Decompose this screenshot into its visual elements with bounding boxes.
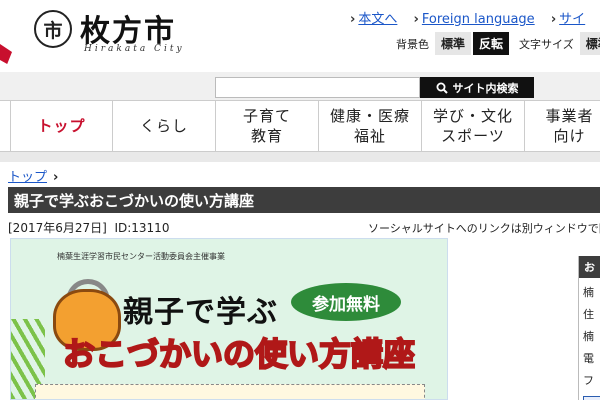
nav-label: 健康・医療 福祉: [329, 106, 410, 145]
foreign-language-link[interactable]: Foreign language: [422, 12, 535, 27]
site-search-button[interactable]: サイト内検索: [420, 77, 534, 98]
page-id: ID:13110: [114, 221, 170, 235]
search-icon: [436, 82, 448, 94]
nav-item-living[interactable]: くらし: [113, 101, 216, 151]
nav-label: 事業者 向け: [545, 106, 594, 145]
chevron-right-icon: ›: [53, 170, 59, 185]
social-note: ソーシャルサイトへのリンクは別ウィンドウで開き: [368, 222, 600, 235]
mail-form-icon[interactable]: [583, 396, 600, 400]
breadcrumb-home-link[interactable]: トップ: [8, 170, 47, 185]
font-size-label: 文字サイズ: [519, 37, 574, 51]
nav-item-top[interactable]: トップ: [10, 101, 113, 151]
chevron-right-icon: ›: [350, 12, 356, 27]
nav-divider: [0, 152, 600, 162]
bg-reverse-button[interactable]: 反転: [473, 32, 510, 55]
sidebar-heading: お: [579, 256, 600, 278]
nav-label: 学び・文化 スポーツ: [432, 106, 513, 145]
chevron-right-icon: ›: [413, 12, 419, 27]
page-title-text: 親子で学ぶおこづかいの使い方講座: [14, 191, 255, 210]
city-emblem-icon[interactable]: 市: [34, 10, 72, 48]
sidebar-line: 住: [583, 308, 594, 321]
page-title: 親子で学ぶおこづかいの使い方講座: [8, 187, 600, 213]
publish-date: [2017年6月27日]: [8, 221, 107, 235]
sidebar-line: 楠: [583, 286, 594, 299]
nav-item-health-welfare[interactable]: 健康・医療 福祉: [319, 101, 422, 151]
breadcrumb: トップ ›: [8, 166, 58, 185]
contact-sidebar: お 楠 住 楠 電 フ: [578, 256, 600, 400]
flyer-organizer: 楠葉生涯学習市民センター活動委員会主催事業: [57, 252, 225, 261]
nav-item-childcare-education[interactable]: 子育て 教育: [216, 101, 319, 151]
nav-item-learning-culture[interactable]: 学び・文化 スポーツ: [422, 101, 525, 151]
site-header: 市 枚方市 Hirakata City › 本文へ › Foreign langua…: [0, 0, 600, 72]
utility-links: › 本文へ › Foreign language › サイ: [350, 8, 597, 27]
sitemap-link[interactable]: サイ: [559, 12, 585, 27]
bg-standard-button[interactable]: 標準: [435, 32, 472, 55]
event-flyer-image: 楠葉生涯学習市民センター活動委員会主催事業 親子で学ぶ 参加無料 おこづかいの使…: [10, 238, 448, 400]
chevron-right-icon: ›: [550, 12, 557, 27]
sidebar-line: 楠: [583, 330, 594, 343]
flyer-detail-box: [35, 384, 425, 399]
site-logo-subtitle: Hirakata City: [84, 44, 185, 54]
sidebar-line: フ: [583, 374, 594, 387]
nav-item-business[interactable]: 事業者 向け: [525, 101, 600, 151]
font-standard-button[interactable]: 標準: [579, 32, 600, 55]
page-meta: [2017年6月27日] ID:13110: [8, 219, 169, 236]
nav-label: 子育て 教育: [242, 106, 291, 145]
skip-to-content-link[interactable]: 本文へ: [358, 12, 397, 27]
decorative-ribbon: [0, 44, 12, 64]
flyer-heading-parent-child: 親子で学ぶ: [123, 295, 278, 330]
nav-label: トップ: [37, 116, 86, 135]
site-search-input[interactable]: [215, 77, 420, 98]
free-admission-badge: 参加無料: [291, 283, 401, 321]
search-button-label: サイト内検索: [452, 81, 519, 95]
sidebar-line: 電: [583, 352, 594, 365]
flyer-heading-course: おこづかいの使い方講座: [62, 334, 416, 374]
bg-color-label: 背景色: [396, 37, 429, 51]
main-nav: トップ くらし 子育て 教育 健康・医療 福祉 学び・文化 スポーツ 事業者 向け: [0, 100, 600, 152]
accessibility-controls: 背景色 標準 反転 文字サイズ 標準: [396, 32, 600, 55]
nav-label: くらし: [139, 116, 188, 135]
